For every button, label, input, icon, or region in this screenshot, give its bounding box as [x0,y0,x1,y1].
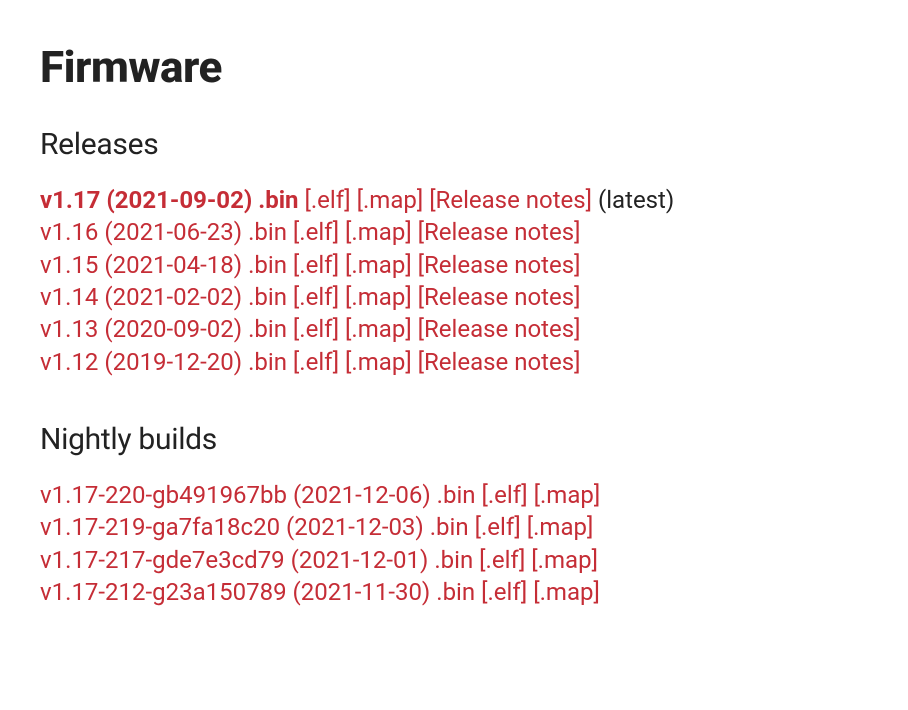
nightly-heading: Nightly builds [40,420,868,461]
release-row: v1.17-219-ga7fa18c20 (2021-12-03) .bin [… [40,511,868,543]
release-row: v1.17-217-gde7e3cd79 (2021-12-01) .bin [… [40,544,868,576]
release-elf-link[interactable]: [.elf] [293,251,339,279]
release-release-notes-link[interactable]: [Release notes] [429,186,592,214]
release-row: v1.17 (2021-09-02) .bin [.elf] [.map] [R… [40,184,868,216]
release-map-link[interactable]: [.map] [531,546,598,574]
releases-list: v1.17 (2021-09-02) .bin [.elf] [.map] [R… [40,184,868,378]
release-elf-link[interactable]: [.elf] [293,348,339,376]
release-map-link[interactable]: [.map] [534,481,601,509]
release-bin-link[interactable]: v1.17-217-gde7e3cd79 (2021-12-01) .bin [40,546,473,574]
release-elf-link[interactable]: [.elf] [293,315,339,343]
release-bin-link[interactable]: v1.17-212-g23a150789 (2021-11-30) .bin [40,578,475,606]
release-bin-link[interactable]: v1.17-220-gb491967bb (2021-12-06) .bin [40,481,476,509]
release-elf-link[interactable]: [.elf] [481,481,527,509]
nightly-list: v1.17-220-gb491967bb (2021-12-06) .bin [… [40,479,868,609]
release-map-link[interactable]: [.map] [345,251,412,279]
release-bin-link[interactable]: v1.17-219-ga7fa18c20 (2021-12-03) .bin [40,513,469,541]
release-row: v1.17-212-g23a150789 (2021-11-30) .bin [… [40,576,868,608]
release-elf-link[interactable]: [.elf] [475,513,521,541]
release-row: v1.17-220-gb491967bb (2021-12-06) .bin [… [40,479,868,511]
nightly-section: Nightly builds v1.17-220-gb491967bb (202… [40,420,868,608]
release-map-link[interactable]: [.map] [527,513,594,541]
release-map-link[interactable]: [.map] [345,348,412,376]
page-title: Firmware [40,38,868,97]
release-release-notes-link[interactable]: [Release notes] [418,283,581,311]
release-elf-link[interactable]: [.elf] [293,218,339,246]
release-map-link[interactable]: [.map] [357,186,424,214]
release-row: v1.16 (2021-06-23) .bin [.elf] [.map] [R… [40,216,868,248]
release-row: v1.12 (2019-12-20) .bin [.elf] [.map] [R… [40,346,868,378]
release-release-notes-link[interactable]: [Release notes] [418,251,581,279]
release-elf-link[interactable]: [.elf] [479,546,525,574]
release-map-link[interactable]: [.map] [533,578,600,606]
releases-section: Releases v1.17 (2021-09-02) .bin [.elf] … [40,125,868,378]
release-bin-link[interactable]: v1.12 (2019-12-20) .bin [40,348,287,376]
release-suffix: (latest) [598,186,674,214]
release-row: v1.14 (2021-02-02) .bin [.elf] [.map] [R… [40,281,868,313]
release-release-notes-link[interactable]: [Release notes] [418,315,581,343]
release-elf-link[interactable]: [.elf] [293,283,339,311]
release-bin-link[interactable]: v1.13 (2020-09-02) .bin [40,315,287,343]
release-bin-link[interactable]: v1.16 (2021-06-23) .bin [40,218,287,246]
release-elf-link[interactable]: [.elf] [481,578,527,606]
release-map-link[interactable]: [.map] [345,218,412,246]
release-bin-link[interactable]: v1.14 (2021-02-02) .bin [40,283,287,311]
release-release-notes-link[interactable]: [Release notes] [418,348,581,376]
release-bin-link[interactable]: v1.17 (2021-09-02) .bin [40,186,299,214]
releases-heading: Releases [40,125,868,166]
release-map-link[interactable]: [.map] [345,315,412,343]
release-elf-link[interactable]: [.elf] [304,186,350,214]
release-bin-link[interactable]: v1.15 (2021-04-18) .bin [40,251,287,279]
release-row: v1.15 (2021-04-18) .bin [.elf] [.map] [R… [40,249,868,281]
release-row: v1.13 (2020-09-02) .bin [.elf] [.map] [R… [40,313,868,345]
release-map-link[interactable]: [.map] [345,283,412,311]
release-release-notes-link[interactable]: [Release notes] [418,218,581,246]
